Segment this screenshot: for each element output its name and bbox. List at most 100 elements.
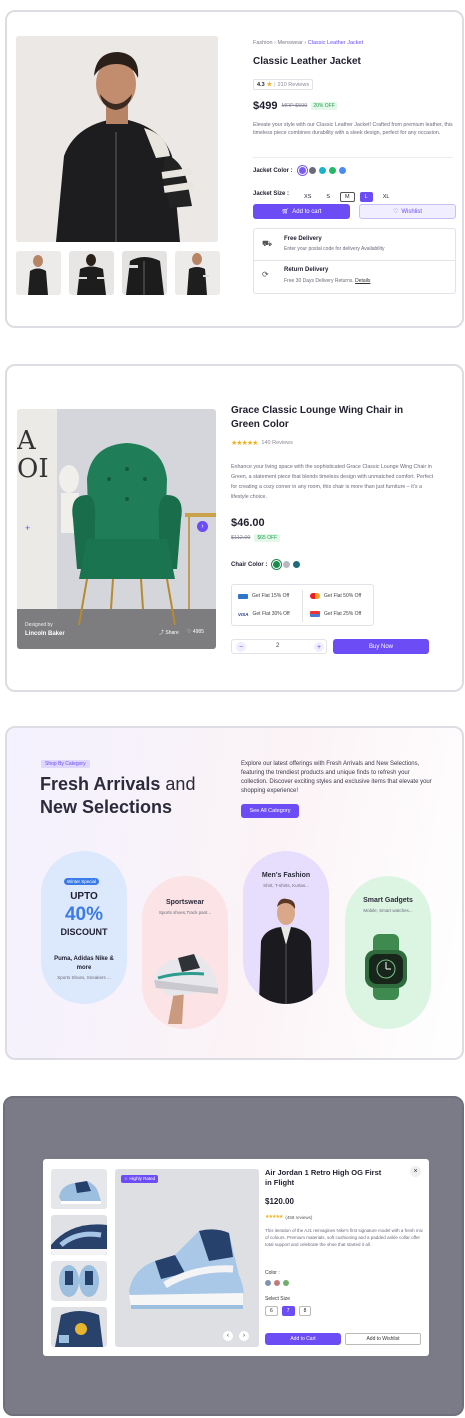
- jacket-product-card: Fashion › Menswear › Classic Leather Jac…: [5, 10, 464, 328]
- prev-arrow-icon[interactable]: ‹: [223, 1331, 233, 1341]
- sneaker-thumbnail-4[interactable]: [51, 1307, 107, 1347]
- size-option[interactable]: 6: [265, 1306, 278, 1316]
- color-swatch[interactable]: [293, 561, 301, 568]
- close-icon[interactable]: ×: [410, 1166, 421, 1177]
- decrement-button[interactable]: −: [236, 642, 246, 652]
- breadcrumb-item[interactable]: Menswear: [277, 40, 302, 46]
- jacket-main-image: [16, 36, 218, 242]
- title-bold: Fresh Arrivals: [40, 774, 161, 794]
- add-to-cart-button[interactable]: Add to Cart: [265, 1333, 341, 1345]
- wishlist-button[interactable]: ♡ Wishlist: [359, 204, 456, 219]
- review-count[interactable]: 140 Reviews: [261, 440, 293, 446]
- return-subtitle: Free 30 Days Delivery Returns. Details: [284, 278, 370, 284]
- sportswear-pill[interactable]: Sportswear Sports shoes,Track pant...: [142, 876, 228, 1029]
- size-option[interactable]: M: [340, 192, 355, 202]
- star-rating-icon: ★★★★★: [265, 1214, 283, 1220]
- offer-item[interactable]: Get Flat 25% Off: [310, 611, 361, 617]
- offer-item[interactable]: Get Flat 15% Off: [238, 593, 289, 599]
- add-to-cart-button[interactable]: 🛒︎ Add to cart: [253, 204, 350, 219]
- offer-text: Get Flat 25% Off: [324, 611, 362, 617]
- color-swatch[interactable]: [273, 561, 281, 568]
- sneaker-image: [148, 934, 224, 1029]
- size-option[interactable]: XS: [299, 192, 316, 202]
- offer-item[interactable]: Get Flat 50% Off: [310, 593, 361, 599]
- amex-icon: [238, 593, 248, 599]
- return-text: Free 30 Days Delivery Returns.: [284, 278, 354, 284]
- color-label: Chair Color :: [231, 561, 268, 568]
- rating-value: 4.3: [257, 81, 265, 88]
- color-selector: Chair Color :: [231, 561, 303, 568]
- color-swatch[interactable]: [265, 1280, 271, 1286]
- see-all-category-button[interactable]: See All Category: [241, 804, 299, 818]
- size-option[interactable]: XL: [378, 192, 395, 202]
- next-arrow-icon[interactable]: ›: [197, 521, 208, 532]
- winter-badge: Winter Special: [64, 878, 100, 885]
- svg-text:OI: OI: [17, 454, 49, 484]
- breadcrumb-item[interactable]: Fashion: [253, 40, 273, 46]
- sneaker-thumbnail-3[interactable]: [51, 1261, 107, 1301]
- jacket-thumbnail-3[interactable]: [122, 251, 167, 295]
- breadcrumb: Fashion › Menswear › Classic Leather Jac…: [253, 40, 363, 46]
- color-swatch[interactable]: [308, 167, 316, 174]
- product-title: Grace Classic Lounge Wing Chair in Green…: [231, 405, 404, 430]
- color-swatch[interactable]: [338, 167, 346, 174]
- smart-gadgets-pill[interactable]: Smart Gadgets Mobile, Smart watches...: [345, 876, 431, 1029]
- size-option[interactable]: S: [321, 192, 335, 202]
- jacket-thumbnail-2[interactable]: [69, 251, 114, 295]
- jacket-thumbnail-4[interactable]: [175, 251, 220, 295]
- share-action[interactable]: ⤴ Share: [159, 629, 179, 636]
- sneaker-thumbnail-1[interactable]: [51, 1169, 107, 1209]
- color-swatches: [298, 167, 349, 174]
- prev-arrow-icon[interactable]: +: [25, 523, 30, 533]
- product-description: This iteration of the AJ1 reimagines Nik…: [265, 1228, 423, 1247]
- color-swatch[interactable]: [318, 167, 326, 174]
- mens-fashion-pill[interactable]: Men's Fashion Shirt, T-shirts, Kurtas...: [243, 851, 329, 1004]
- sneaker-thumbnail-2[interactable]: [51, 1215, 107, 1255]
- size-option[interactable]: L: [359, 192, 373, 202]
- offer-text: Get Flat 50% Off: [324, 593, 362, 599]
- cart-icon: 🛒︎: [281, 209, 290, 215]
- quantity-stepper: − 2 +: [231, 639, 327, 654]
- price: $120.00: [265, 1197, 294, 1206]
- smartwatch-image: [355, 934, 421, 1005]
- return-title: Return Delivery: [284, 267, 329, 273]
- review-count[interactable]: 210 Reviews: [278, 82, 310, 88]
- color-swatch[interactable]: [283, 561, 291, 568]
- section-description: Explore our latest offerings with Fresh …: [241, 761, 432, 794]
- jacket-thumbnail-1[interactable]: [16, 251, 61, 295]
- mastercard-icon: [310, 593, 320, 599]
- increment-button[interactable]: +: [314, 642, 324, 652]
- product-title: Classic Leather Jacket: [253, 56, 361, 67]
- color-selector: Jacket Color :: [253, 167, 349, 174]
- size-label: Jacket Size :: [253, 191, 290, 197]
- color-swatch[interactable]: [274, 1280, 280, 1286]
- brands-sub: Sports Shoes, Sneakers ...: [57, 975, 111, 980]
- size-selector: Jacket Size : XS S M L XL: [253, 185, 399, 203]
- add-to-wishlist-button[interactable]: Add to Wishlist: [345, 1333, 421, 1345]
- modal-overlay: ☆ Highly Rated ‹ › × Air Jordan 1 Retro …: [3, 1096, 464, 1416]
- color-label: Jacket Color :: [253, 167, 293, 174]
- size-option[interactable]: 7: [281, 1306, 295, 1316]
- svg-text:A: A: [17, 426, 37, 456]
- like-action[interactable]: ♡ 4985: [187, 629, 204, 635]
- buy-now-button[interactable]: Buy Now: [333, 639, 429, 654]
- size-option[interactable]: 8: [298, 1306, 312, 1316]
- next-arrow-icon[interactable]: ›: [239, 1331, 249, 1341]
- color-swatch[interactable]: [298, 167, 306, 174]
- offer-item[interactable]: VISA Get Flat 30% Off: [238, 611, 290, 617]
- discount-text: DISCOUNT: [60, 927, 108, 937]
- breadcrumb-current: Classic Leather Jacket: [307, 40, 364, 46]
- color-swatch[interactable]: [328, 167, 336, 174]
- quantity-value[interactable]: 2: [276, 643, 279, 649]
- chair-main-image: A OI + › Designed by Lincoln Baker ⤴ Sha…: [17, 409, 216, 649]
- discount-pill[interactable]: Winter Special UPTO 40% DISCOUNT Puma, A…: [41, 851, 127, 1004]
- category-sub: Mobile, Smart watches...: [363, 908, 413, 913]
- price-row: $499 MRP $599 20% OFF: [253, 100, 337, 112]
- review-count[interactable]: (458 reviews): [285, 1215, 312, 1220]
- offer-text: Get Flat 30% Off: [252, 611, 290, 617]
- details-link[interactable]: Details: [355, 278, 370, 284]
- color-swatch[interactable]: [283, 1280, 289, 1286]
- delivery-subtitle[interactable]: Enter your postal code for delivery Avai…: [284, 246, 385, 252]
- designer-label: Designed by: [25, 622, 53, 628]
- old-price: $112.00: [231, 535, 251, 541]
